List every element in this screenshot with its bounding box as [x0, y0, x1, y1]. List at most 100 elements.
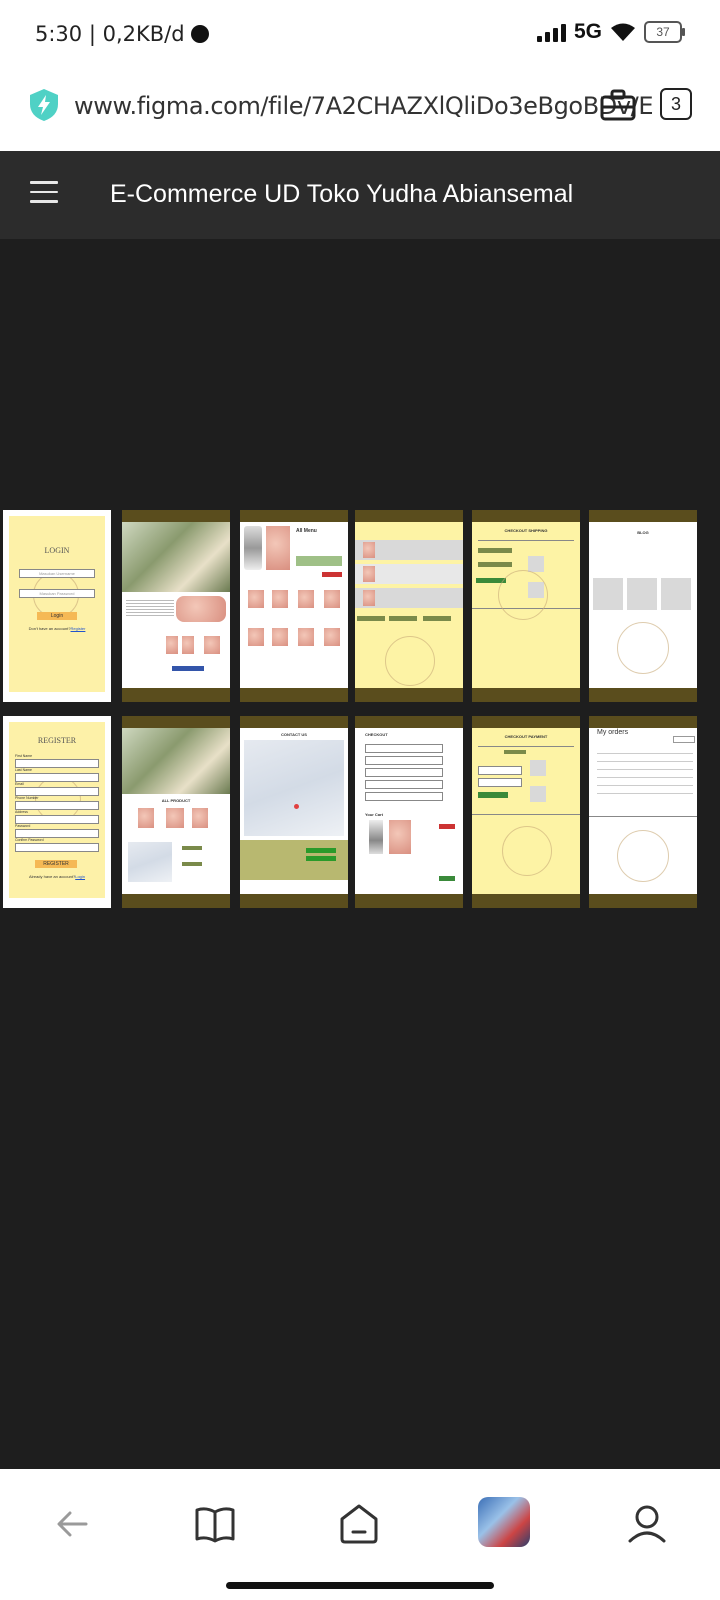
first-name-field[interactable]: [15, 759, 99, 768]
phone-field[interactable]: [15, 801, 99, 810]
tab-count-button[interactable]: 3: [660, 88, 692, 120]
checkout-title: CHECKOUT: [365, 732, 388, 737]
cart-action[interactable]: [357, 616, 385, 621]
back-icon[interactable]: [50, 1501, 96, 1547]
address-field[interactable]: [15, 815, 99, 824]
map[interactable]: [244, 740, 344, 836]
place-order-button[interactable]: [439, 876, 455, 881]
network-type: 5G: [573, 20, 602, 43]
pay-now-button[interactable]: [478, 792, 508, 798]
signal-icon: [536, 22, 566, 42]
checkout-field[interactable]: [365, 744, 443, 753]
cart-thumb: [528, 556, 544, 572]
frame-checkout[interactable]: CHECKOUT Your Cart: [355, 716, 463, 908]
confirm-password-field[interactable]: [15, 843, 99, 852]
app-bar: E-Commerce UD Toko Yudha Abiansemal: [0, 151, 720, 239]
checkout-field[interactable]: [365, 792, 443, 801]
grid-thumb: [298, 590, 314, 608]
home-icon[interactable]: [336, 1501, 382, 1547]
product-thumb: [204, 636, 220, 654]
blog-image: [661, 578, 691, 610]
frame-contact-us[interactable]: CONTACT US: [240, 716, 348, 908]
blog-image: [627, 578, 657, 610]
password-field[interactable]: Masukan Password: [19, 589, 95, 598]
checkout-field[interactable]: [365, 768, 443, 777]
frame-home[interactable]: [122, 510, 230, 702]
add-cart-button[interactable]: [322, 572, 342, 577]
product-thumb: [192, 808, 208, 828]
shipping-option[interactable]: [478, 562, 512, 567]
frame-blog[interactable]: BLOG: [589, 510, 697, 702]
field-label: Email: [15, 782, 24, 786]
frame-cart[interactable]: [355, 510, 463, 702]
store-image: [122, 728, 230, 794]
frame-login[interactable]: LOGIN Masukan Username Masukan Password …: [3, 510, 111, 702]
menu-icon[interactable]: [30, 181, 58, 203]
remove-button[interactable]: [439, 824, 455, 829]
register-link-text[interactable]: Don't have an account?Register: [9, 626, 105, 631]
checkout-field[interactable]: [365, 756, 443, 765]
frame-my-orders[interactable]: My orders: [589, 716, 697, 908]
contact-button[interactable]: [306, 856, 336, 861]
grid-thumb: [272, 628, 288, 646]
frame-register[interactable]: REGISTER First Name Last Name Email Phon…: [3, 716, 111, 908]
cart-action[interactable]: [389, 616, 417, 621]
filter-dropdown[interactable]: [673, 736, 695, 743]
frame-footer: [589, 894, 697, 908]
frame-footer: [122, 688, 230, 702]
toolbox-icon[interactable]: [600, 88, 636, 122]
product-thumb: [138, 808, 154, 828]
register-title: REGISTER: [37, 736, 77, 745]
frame-product-detail[interactable]: All Menu: [240, 510, 348, 702]
logo-emblem: [502, 826, 552, 876]
home-indicator[interactable]: [226, 1582, 494, 1589]
book-icon[interactable]: [192, 1501, 238, 1547]
payment-field[interactable]: [478, 766, 522, 775]
frame-checkout-shipping[interactable]: CHECKOUT SHIPPING: [472, 510, 580, 702]
login-button[interactable]: Login: [37, 612, 77, 620]
field-label: Password: [15, 824, 31, 828]
contact-button[interactable]: [182, 846, 202, 850]
frame-checkout-payment[interactable]: CHECKOUT PAYMENT: [472, 716, 580, 908]
payment-field[interactable]: [478, 778, 522, 787]
url-bar[interactable]: www.figma.com/file/7A2CHAZXlQliDo3eBgoBD…: [0, 70, 720, 151]
view-all-button[interactable]: [172, 666, 204, 671]
frame-nav: [589, 510, 697, 522]
field-label: First Name: [15, 754, 33, 758]
frame-footer: [240, 688, 348, 702]
last-name-field[interactable]: [15, 773, 99, 782]
checkout-shipping-title: CHECKOUT SHIPPING: [504, 528, 548, 533]
frame-footer: [355, 894, 463, 908]
cart-thumb: [530, 760, 546, 776]
alarm-icon: [191, 25, 210, 43]
password-field[interactable]: [15, 829, 99, 838]
blog-title: BLOG: [637, 530, 649, 535]
all-menu-title: All Menu: [296, 528, 317, 534]
field-label: Phone Number: [15, 796, 39, 800]
login-link-text[interactable]: Already have an account?Login: [9, 874, 105, 879]
product-thumb: [166, 808, 184, 828]
whatsapp-button[interactable]: [306, 848, 336, 853]
frame-footer: [122, 894, 230, 908]
register-button[interactable]: REGISTER: [35, 860, 77, 868]
email-field[interactable]: [15, 787, 99, 796]
frame-nav: [240, 716, 348, 728]
contact-button[interactable]: [182, 862, 202, 866]
game-app-icon[interactable]: [478, 1497, 530, 1547]
product-bottle: [244, 526, 262, 570]
figma-canvas[interactable]: LOGIN Masukan Username Masukan Password …: [0, 239, 720, 1469]
frame-nav: [472, 716, 580, 728]
checkout-field[interactable]: [365, 780, 443, 789]
cart-action[interactable]: [423, 616, 451, 621]
url-text[interactable]: www.figma.com/file/7A2CHAZXlQliDo3eBgoBD…: [74, 92, 654, 120]
frame-all-product[interactable]: ALL PRODUCT: [122, 716, 230, 908]
blog-image: [593, 578, 623, 610]
field-label: Address: [15, 810, 28, 814]
shipping-option[interactable]: [478, 548, 512, 553]
username-field[interactable]: Masukan Username: [19, 569, 95, 578]
grid-thumb: [324, 628, 340, 646]
contact-us-title: CONTACT US: [281, 732, 307, 737]
logo-emblem: [498, 570, 548, 620]
profile-icon[interactable]: [624, 1501, 670, 1547]
frame-nav: [122, 510, 230, 522]
